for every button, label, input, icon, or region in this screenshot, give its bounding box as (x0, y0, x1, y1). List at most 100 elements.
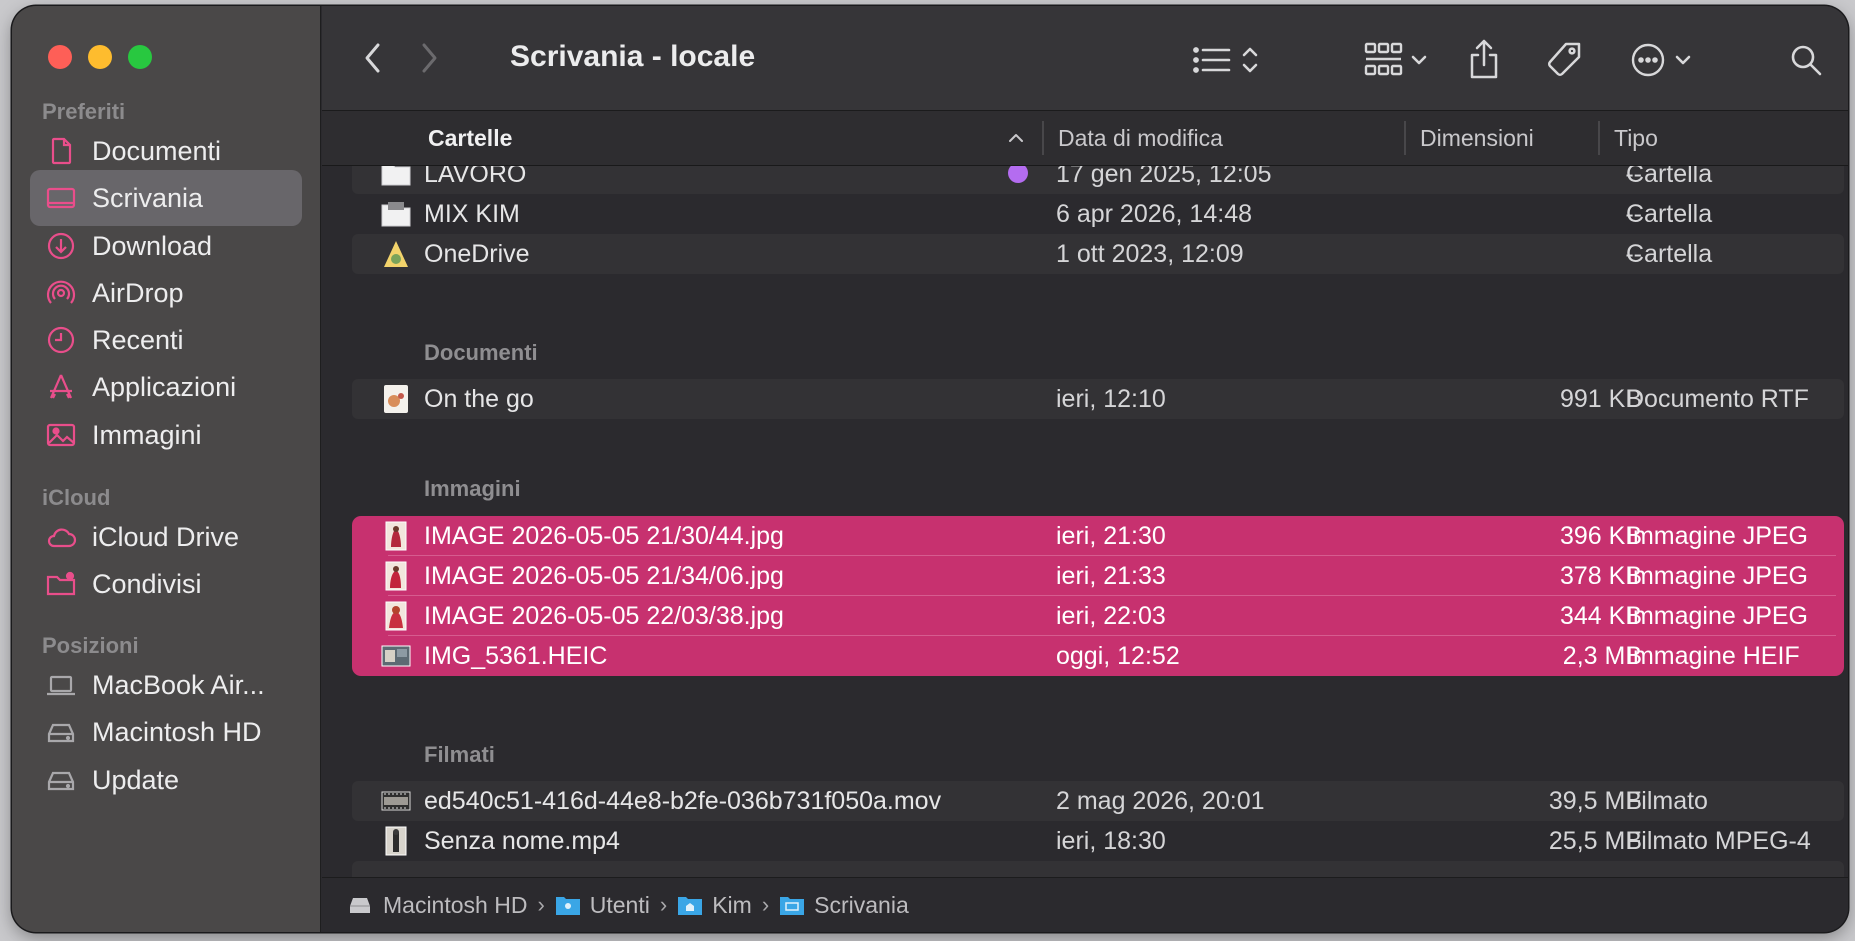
chevron-down-icon (1675, 55, 1691, 65)
desktop-icon (44, 181, 78, 215)
column-header: Cartelle Data di modifica Dimensioni Tip… (322, 111, 1848, 166)
list-item[interactable]: On the go ieri, 12:10 991 KB Documento R… (352, 379, 1844, 419)
folder-icon (380, 166, 412, 190)
file-name: ed540c51-416d-44e8-b2fe-036b731f050a.mov (424, 786, 942, 815)
search-icon (1791, 45, 1822, 76)
applications-icon (44, 370, 78, 404)
file-date: 6 apr 2026, 14:48 (1056, 199, 1252, 228)
airdrop-icon (44, 276, 78, 310)
list-item[interactable]: IMG_5361.HEIC oggi, 12:52 2,3 MB Immagin… (352, 636, 1844, 676)
file-name: On the go (424, 384, 534, 413)
column-date-header[interactable]: Data di modifica (1058, 125, 1223, 152)
file-date: 2 mag 2026, 20:01 (1056, 786, 1265, 815)
sidebar-item-label: Immagini (92, 419, 202, 450)
back-button[interactable] (358, 40, 388, 76)
sidebar-item-label: Documenti (92, 135, 222, 166)
more-actions-button[interactable] (1622, 40, 1700, 80)
breadcrumb-separator: › (761, 892, 770, 917)
sidebar-item-immagini[interactable]: Immagini (30, 407, 302, 463)
sidebar-item-label: Applicazioni (92, 371, 237, 402)
list-item[interactable]: IMAGE 2026-05-05 22/03/38.jpg ieri, 22:0… (352, 596, 1844, 636)
file-name: MIX KIM (424, 199, 520, 228)
list-item[interactable]: MIX KIM 6 apr 2026, 14:48 -- Cartella (352, 194, 1844, 234)
home-folder-icon (677, 893, 703, 917)
share-icon (1470, 39, 1498, 79)
forward-button[interactable] (414, 40, 444, 76)
file-kind: Filmato MPEG-4 (1626, 826, 1811, 855)
file-date: ieri, 21:33 (1056, 561, 1166, 590)
sidebar-item-condivisi[interactable]: Condivisi (30, 556, 302, 612)
list-item[interactable]: ed540c51-416d-44e8-b2fe-036b731f050a.mov… (352, 781, 1844, 821)
list-item[interactable]: IMAGE 2026-05-05 21/34/06.jpg ieri, 21:3… (352, 556, 1844, 596)
sidebar-item-update[interactable]: Update (30, 752, 302, 808)
path-bar: Macintosh HD › Utenti › Kim › Scrivania (322, 877, 1848, 932)
window-title: Scrivania - locale (510, 40, 756, 73)
column-size-header[interactable]: Dimensioni (1420, 125, 1534, 152)
file-name: Senza nome.mp4 (424, 826, 620, 855)
image-thumbnail-icon (380, 640, 412, 672)
breadcrumb-scrivania[interactable]: Scrivania (779, 892, 909, 919)
file-name: LAVORO (424, 166, 527, 188)
sort-ascending-icon (1009, 134, 1023, 142)
file-name: OneDrive (424, 239, 530, 268)
sidebar-item-label: Condivisi (92, 568, 202, 599)
chevron-up-down-icon (1242, 47, 1258, 73)
sidebar-item-label: iCloud Drive (92, 521, 240, 552)
disk-icon (348, 893, 374, 917)
close-window-button[interactable] (48, 45, 72, 69)
tag-button[interactable] (1542, 38, 1586, 82)
purple-tag-icon (1008, 166, 1028, 183)
sidebar-item-label: Download (92, 230, 213, 261)
file-date: ieri, 12:10 (1056, 384, 1166, 413)
video-thumbnail-icon (380, 825, 412, 857)
group-header-documenti: Documenti (424, 340, 538, 365)
image-thumbnail-icon (380, 520, 412, 552)
list-item[interactable]: LAVORO 17 gen 2025, 12:05 -- Cartella (352, 166, 1844, 194)
file-kind: Immagine JPEG (1626, 601, 1809, 630)
video-thumbnail-icon (380, 785, 412, 817)
cloud-icon (44, 520, 78, 554)
column-separator[interactable] (1404, 121, 1406, 155)
disk-icon (44, 763, 78, 797)
list-item[interactable]: OneDrive 1 ott 2023, 12:09 -- Cartella (352, 234, 1844, 274)
column-separator[interactable] (1042, 121, 1044, 155)
file-kind: Cartella (1626, 239, 1713, 268)
sidebar-item-label: Recenti (92, 324, 184, 355)
group-by-button[interactable] (1356, 40, 1436, 80)
share-button[interactable] (1464, 36, 1504, 82)
users-folder-icon (555, 893, 581, 917)
file-kind: Immagine HEIF (1626, 641, 1800, 670)
breadcrumb-label: Scrivania (814, 891, 909, 918)
chevron-down-icon (1411, 55, 1427, 65)
file-kind: Immagine JPEG (1626, 521, 1809, 550)
breadcrumb-label: Kim (712, 891, 752, 918)
list-item[interactable]: Senza nome.mp4 ieri, 18:30 25,5 MB Filma… (352, 821, 1844, 861)
tag-icon (1548, 42, 1581, 76)
file-date: 1 ott 2023, 12:09 (1056, 239, 1244, 268)
list-item[interactable]: IMAGE 2026-05-05 21/30/44.jpg ieri, 21:3… (352, 516, 1844, 556)
column-separator[interactable] (1598, 121, 1600, 155)
clock-icon (44, 323, 78, 357)
breadcrumb-utenti[interactable]: Utenti (555, 892, 650, 919)
file-date: oggi, 12:52 (1056, 641, 1180, 670)
breadcrumb-kim[interactable]: Kim (677, 892, 752, 919)
search-button[interactable] (1786, 40, 1826, 80)
column-name-header[interactable]: Cartelle (428, 125, 512, 152)
fullscreen-window-button[interactable] (128, 45, 152, 69)
window-controls (48, 45, 152, 69)
file-kind: Filmato (1626, 786, 1708, 815)
group-header-immagini: Immagini (424, 476, 521, 501)
breadcrumb-macintosh-hd[interactable]: Macintosh HD (348, 892, 527, 919)
sidebar-section-favorites: Preferiti (42, 99, 126, 124)
desktop-folder-icon (779, 893, 805, 917)
file-date: ieri, 21:30 (1056, 521, 1166, 550)
breadcrumb-label: Macintosh HD (383, 891, 528, 918)
laptop-icon (44, 668, 78, 702)
column-kind-header[interactable]: Tipo (1614, 125, 1658, 152)
file-name: IMAGE 2026-05-05 21/30/44.jpg (424, 521, 784, 550)
file-kind: Immagine JPEG (1626, 561, 1809, 590)
view-mode-button[interactable] (1188, 42, 1264, 78)
minimize-window-button[interactable] (88, 45, 112, 69)
onedrive-folder-icon (380, 238, 412, 270)
image-thumbnail-icon (380, 600, 412, 632)
